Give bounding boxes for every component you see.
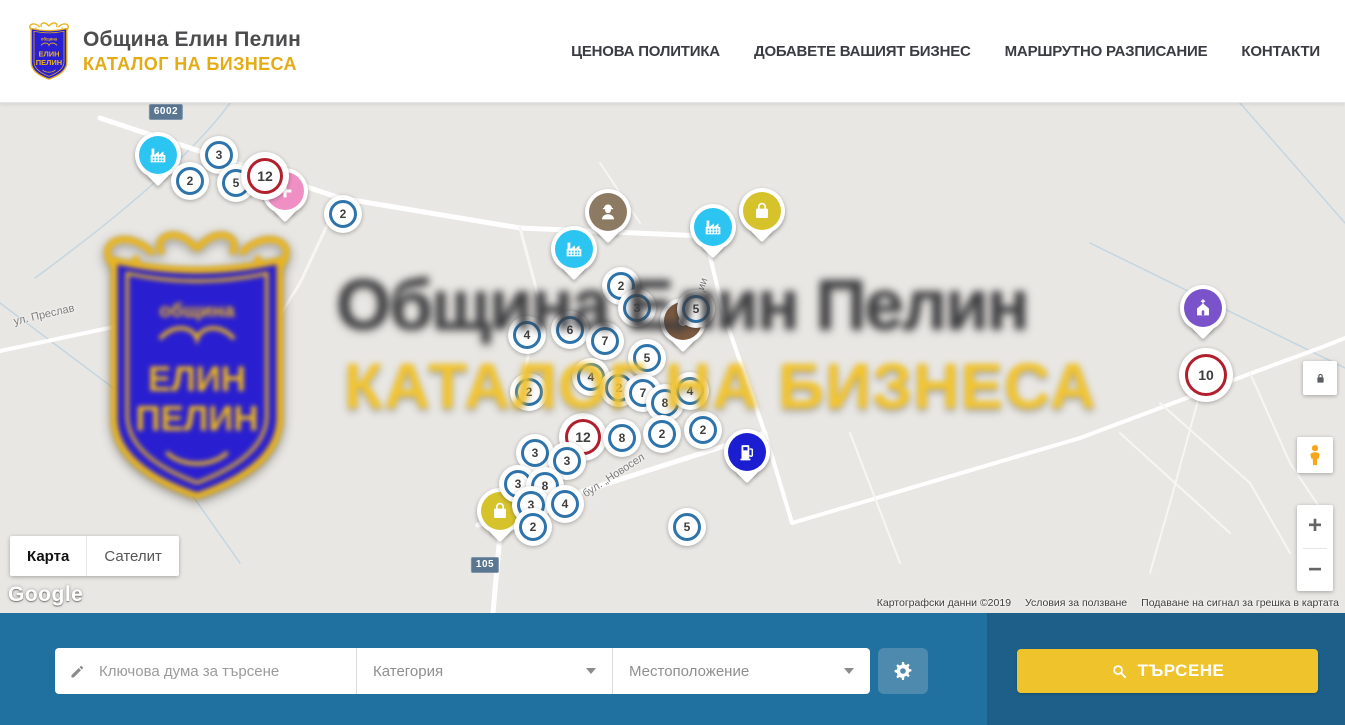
map-pin-fuel[interactable] [724, 429, 770, 475]
category-dropdown[interactable]: Категория [357, 648, 613, 694]
map-cluster-marker[interactable]: 4 [546, 485, 584, 523]
chevron-down-icon [586, 668, 596, 674]
map-pin-church[interactable] [1180, 285, 1226, 331]
nav-item-add-business[interactable]: ДОБАВЕТЕ ВАШИЯТ БИЗНЕС [754, 43, 971, 60]
advanced-settings-button[interactable] [878, 648, 928, 694]
attribution-copyright: Картографски данни ©2019 [877, 597, 1011, 609]
map-cluster-marker[interactable]: 2 [324, 195, 362, 233]
search-button-label: ТЪРСЕНЕ [1138, 661, 1225, 681]
pegman-button[interactable] [1297, 437, 1333, 473]
site-title: Община Елин Пелин [83, 28, 301, 52]
map-markers: 3251222354675422784221283338342510 [0, 103, 1345, 613]
map-type-map-button[interactable]: Карта [10, 536, 86, 576]
nav-item-contacts[interactable]: КОНТАКТИ [1241, 43, 1320, 60]
location-dropdown-label: Местоположение [629, 663, 749, 680]
map-canvas[interactable]: 6002105ул. Преславбул. „Новоселции 32512… [0, 103, 1345, 613]
search-bar: Категория Местоположение ТЪРСЕНЕ [0, 613, 1345, 725]
search-input-group: Категория Местоположение [55, 648, 870, 694]
search-button[interactable]: ТЪРСЕНЕ [1017, 649, 1318, 693]
map-type-satellite-button[interactable]: Сателит [86, 536, 179, 576]
gear-icon [891, 659, 915, 683]
svg-text:община: община [41, 37, 58, 42]
lock-button[interactable] [1303, 361, 1337, 395]
pencil-icon [69, 663, 86, 680]
svg-text:ПЕЛИН: ПЕЛИН [36, 58, 62, 67]
page: 6002105ул. Преславбул. „Новоселции 32512… [0, 0, 1345, 725]
svg-text:ЕЛИН: ЕЛИН [38, 50, 59, 59]
map-pin-worker[interactable] [585, 189, 631, 235]
map-cluster-marker[interactable]: 2 [684, 411, 722, 449]
map-cluster-marker[interactable]: 12 [241, 152, 289, 200]
map-cluster-marker[interactable]: 4 [508, 316, 546, 354]
map-cluster-marker[interactable]: 6 [551, 311, 589, 349]
header: община ЕЛИН ПЕЛИН Община Елин Пелин КАТА… [0, 0, 1345, 103]
search-icon [1111, 663, 1128, 680]
pegman-icon [1304, 443, 1326, 467]
map-cluster-marker[interactable]: 5 [628, 339, 666, 377]
location-dropdown[interactable]: Местоположение [613, 648, 870, 694]
map-attribution: Картографски данни ©2019 Условия за полз… [877, 597, 1339, 609]
brand-text: Община Елин Пелин КАТАЛОГ НА БИЗНЕСА [83, 28, 301, 75]
zoom-out-button[interactable]: − [1297, 549, 1333, 592]
map-cluster-marker[interactable]: 5 [677, 290, 715, 328]
main-nav: ЦЕНОВА ПОЛИТИКА ДОБАВЕТЕ ВАШИЯТ БИЗНЕС М… [571, 0, 1320, 103]
map-cluster-marker[interactable]: 2 [514, 508, 552, 546]
nav-item-pricing[interactable]: ЦЕНОВА ПОЛИТИКА [571, 43, 720, 60]
google-logo[interactable]: Google [8, 583, 83, 607]
map-cluster-marker[interactable]: 2 [643, 415, 681, 453]
coat-of-arms-icon: община ЕЛИН ПЕЛИН [25, 21, 73, 81]
map-cluster-marker[interactable]: 8 [603, 419, 641, 457]
chevron-down-icon [844, 668, 854, 674]
map-cluster-marker[interactable]: 7 [586, 322, 624, 360]
map-cluster-marker[interactable]: 10 [1179, 348, 1233, 402]
keyword-search-input[interactable] [97, 662, 356, 681]
map-pin-factory[interactable] [551, 226, 597, 272]
map-pin-bag[interactable] [739, 188, 785, 234]
map-cluster-marker[interactable]: 5 [668, 508, 706, 546]
map-cluster-marker[interactable]: 3 [618, 289, 656, 327]
zoom-control: + − [1297, 505, 1333, 591]
map-cluster-marker[interactable]: 4 [671, 372, 709, 410]
site-subtitle: КАТАЛОГ НА БИЗНЕСА [83, 54, 301, 75]
map-cluster-marker[interactable]: 2 [510, 373, 548, 411]
keyword-section [55, 648, 357, 694]
map-pin-factory[interactable] [690, 204, 736, 250]
category-dropdown-label: Категория [373, 663, 443, 680]
terms-link[interactable]: Условия за ползване [1025, 597, 1127, 609]
site-logo[interactable]: община ЕЛИН ПЕЛИН Община Елин Пелин КАТА… [25, 21, 301, 81]
zoom-in-button[interactable]: + [1297, 505, 1333, 548]
map-type-control: Карта Сателит [10, 536, 179, 576]
map-cluster-marker[interactable]: 2 [171, 162, 209, 200]
nav-item-route-schedule[interactable]: МАРШРУТНО РАЗПИСАНИЕ [1005, 43, 1208, 60]
report-error-link[interactable]: Подаване на сигнал за грешка в картата [1141, 597, 1339, 609]
lock-icon [1313, 371, 1328, 386]
